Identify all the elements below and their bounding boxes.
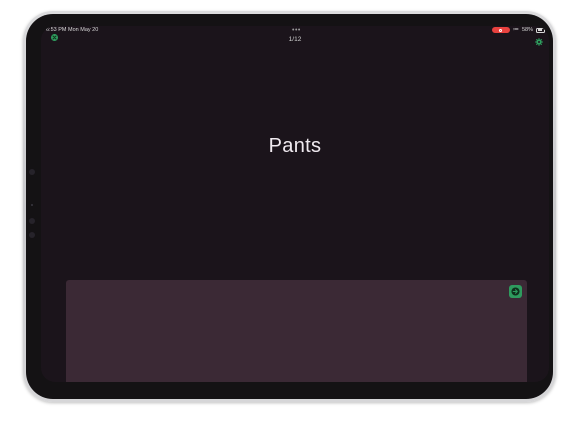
screen-recording-icon[interactable]: [491, 27, 510, 33]
side-sensor-middle: [29, 218, 35, 224]
wifi-icon: ≔: [512, 27, 519, 33]
app-screen: 6:53 PM Mon May 20 ••• ≔ 58% 1/12 Pants: [41, 26, 549, 382]
flashcard-word: Pants: [268, 135, 322, 157]
camera-dot: [31, 204, 33, 206]
multitask-indicator[interactable]: •••: [292, 27, 301, 34]
status-time: 6:53 PM Mon May 20: [46, 27, 99, 33]
arrow-right-icon: [511, 287, 520, 296]
side-sensor-bottom: [29, 232, 35, 238]
battery-icon: [536, 27, 545, 33]
answer-panel[interactable]: [66, 280, 527, 382]
side-sensor-top: [29, 169, 35, 175]
battery-percent: 58%: [521, 27, 533, 33]
next-button[interactable]: [509, 285, 522, 298]
card-counter: 1/12: [288, 36, 302, 43]
